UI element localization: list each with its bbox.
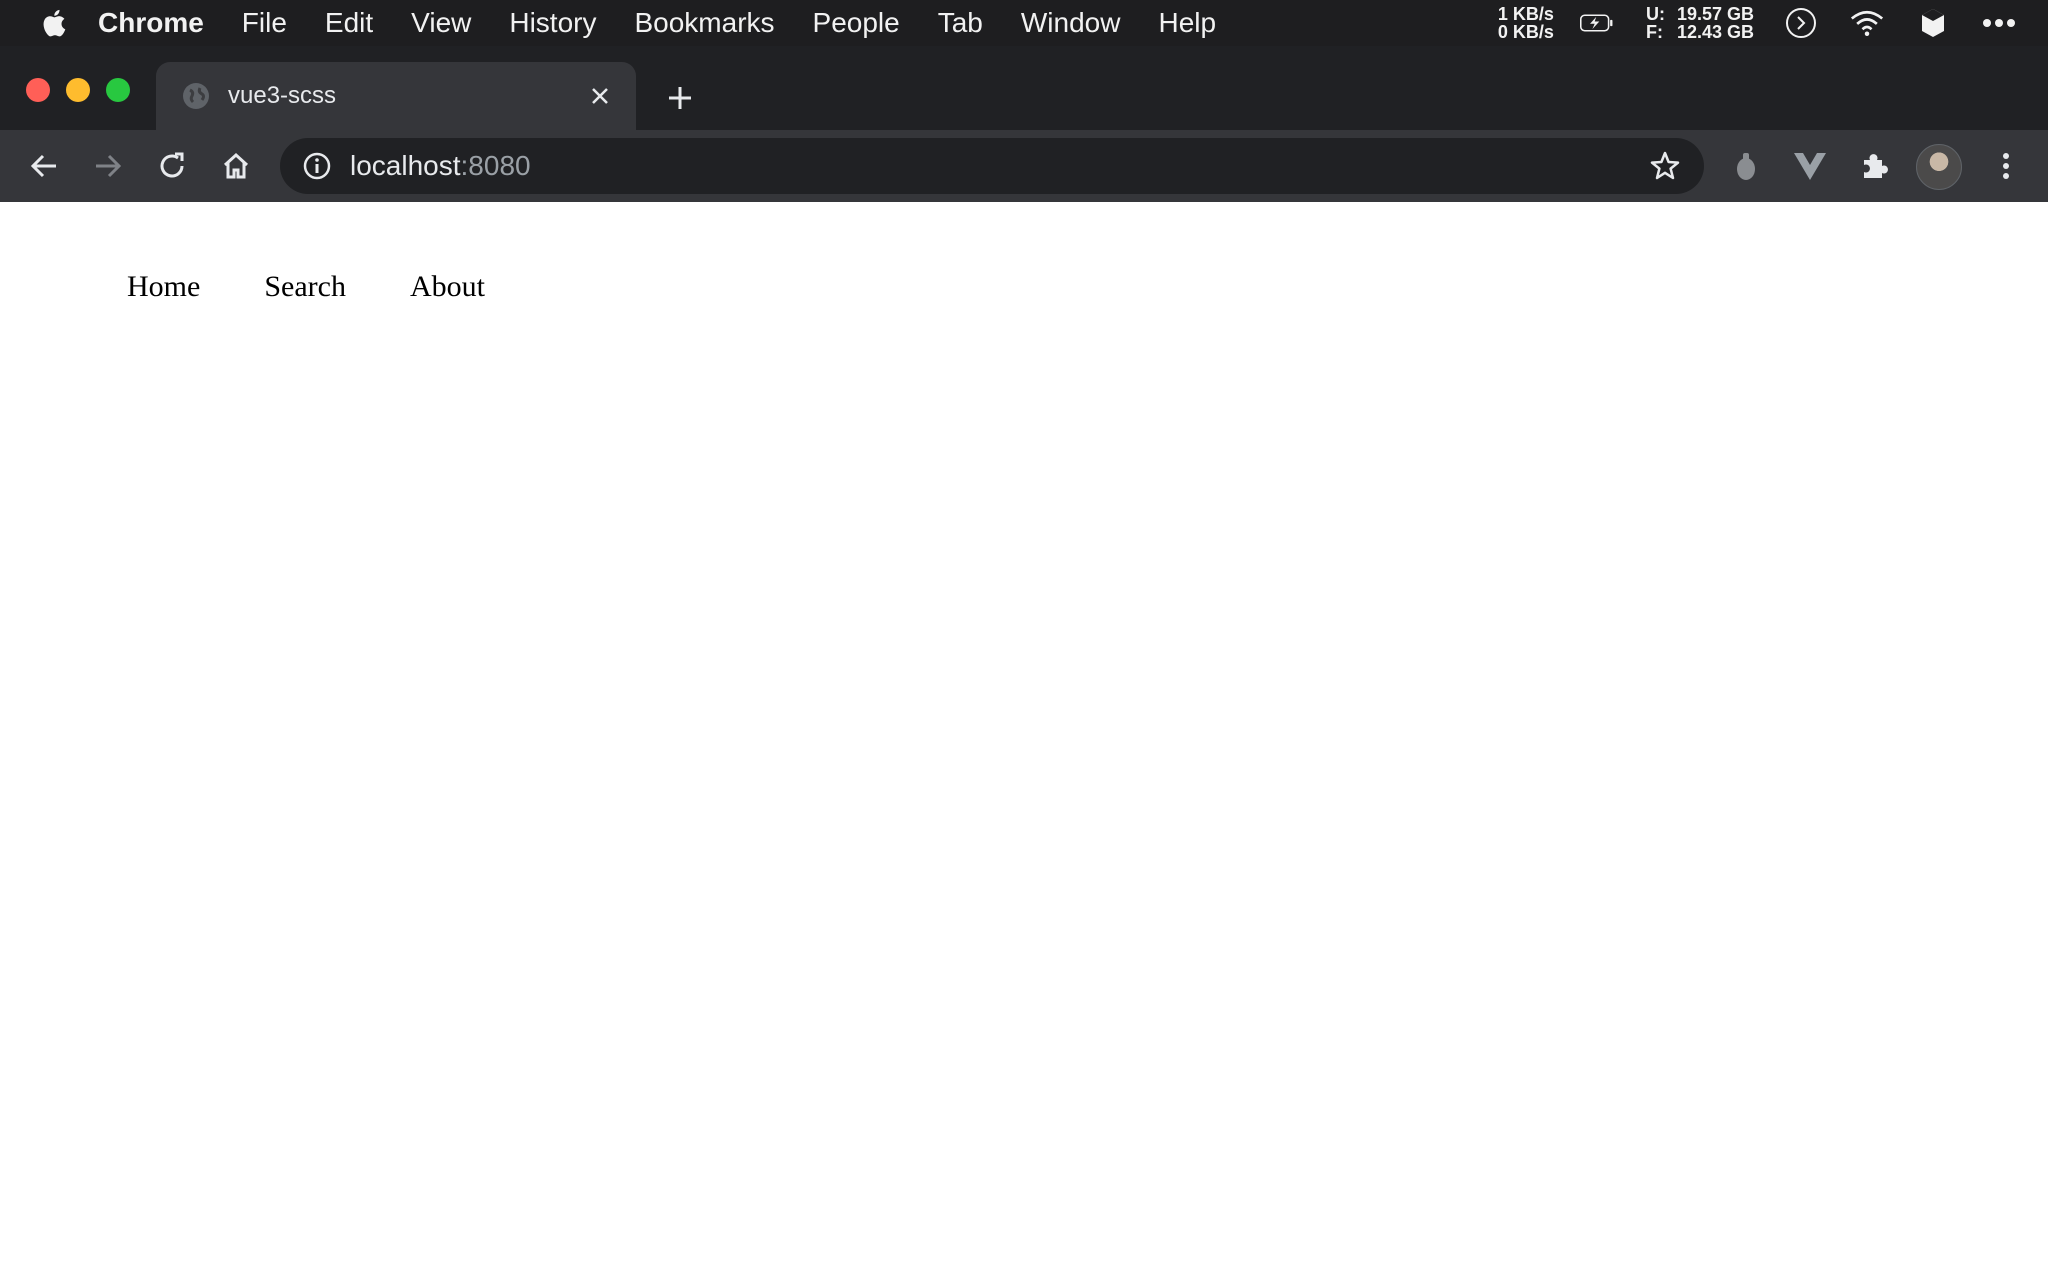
new-tab-button[interactable] [662, 80, 698, 116]
back-icon[interactable] [24, 146, 64, 186]
battery-charging-icon[interactable] [1579, 6, 1614, 40]
url-port: :8080 [460, 150, 531, 181]
disk-usage[interactable]: U: F: 19.57 GB 12.43 GB [1646, 5, 1754, 41]
menu-chrome[interactable]: Chrome [98, 7, 204, 39]
forward-icon[interactable] [88, 146, 128, 186]
menu-history[interactable]: History [509, 7, 596, 39]
nav-link-search[interactable]: Search [264, 270, 346, 304]
menu-bookmarks[interactable]: Bookmarks [634, 7, 774, 39]
close-window-button[interactable] [26, 78, 50, 102]
menu-people[interactable]: People [813, 7, 900, 39]
disk-label-free: F: [1645, 22, 1663, 42]
page-content: Home Search About [0, 202, 2048, 1280]
browser-toolbar: localhost:8080 [0, 130, 2048, 202]
minimize-window-button[interactable] [66, 78, 90, 102]
net-down: 0 KB/s [1497, 22, 1554, 42]
profile-avatar[interactable] [1916, 144, 1962, 190]
info-icon[interactable] [302, 151, 332, 181]
menu-help[interactable]: Help [1158, 7, 1216, 39]
status-area: 1 KB/s 0 KB/s U: F: 19.57 GB 12.43 GB [1498, 0, 2048, 46]
home-icon[interactable] [216, 146, 256, 186]
apple-logo-icon[interactable] [40, 8, 68, 38]
close-tab-icon[interactable] [582, 78, 618, 114]
extension-icon[interactable] [1726, 146, 1766, 186]
url-text[interactable]: localhost:8080 [350, 150, 1648, 182]
macos-menu-bar: Chrome File Edit View History Bookmarks … [0, 0, 2048, 46]
zoom-window-button[interactable] [106, 78, 130, 102]
menu-view[interactable]: View [411, 7, 471, 39]
wifi-icon[interactable] [1850, 6, 1884, 40]
vue-devtools-icon[interactable] [1790, 146, 1830, 186]
puzzle-icon[interactable] [1854, 146, 1894, 186]
cube-icon[interactable] [1916, 6, 1950, 40]
nav-link-about[interactable]: About [410, 270, 485, 304]
globe-icon [182, 82, 210, 110]
disk-free-value: 12.43 GB [1676, 22, 1754, 42]
more-icon[interactable] [1982, 6, 2016, 40]
chevron-circle-icon[interactable] [1784, 6, 1818, 40]
site-nav: Home Search About [127, 270, 549, 304]
tab-vue3-scss[interactable]: vue3-scss [156, 62, 636, 130]
kebab-menu-icon[interactable] [1986, 146, 2026, 186]
menu-file[interactable]: File [242, 7, 287, 39]
menu-window[interactable]: Window [1021, 7, 1121, 39]
url-host: localhost [350, 150, 461, 181]
star-icon[interactable] [1648, 149, 1682, 183]
address-bar[interactable]: localhost:8080 [280, 138, 1704, 194]
disk-label-used: U: [1645, 4, 1665, 24]
menu-edit[interactable]: Edit [325, 7, 373, 39]
nav-link-home[interactable]: Home [127, 270, 200, 304]
browser-window: vue3-scss localhost:8080 Home Search Abo… [0, 46, 2048, 1280]
menu-tab[interactable]: Tab [938, 7, 983, 39]
net-up: 1 KB/s [1497, 4, 1554, 24]
network-speed[interactable]: 1 KB/s 0 KB/s [1498, 5, 1554, 41]
tab-strip: vue3-scss [0, 46, 2048, 130]
disk-used-value: 19.57 GB [1676, 4, 1754, 24]
reload-icon[interactable] [152, 146, 192, 186]
tab-title: vue3-scss [228, 82, 337, 109]
